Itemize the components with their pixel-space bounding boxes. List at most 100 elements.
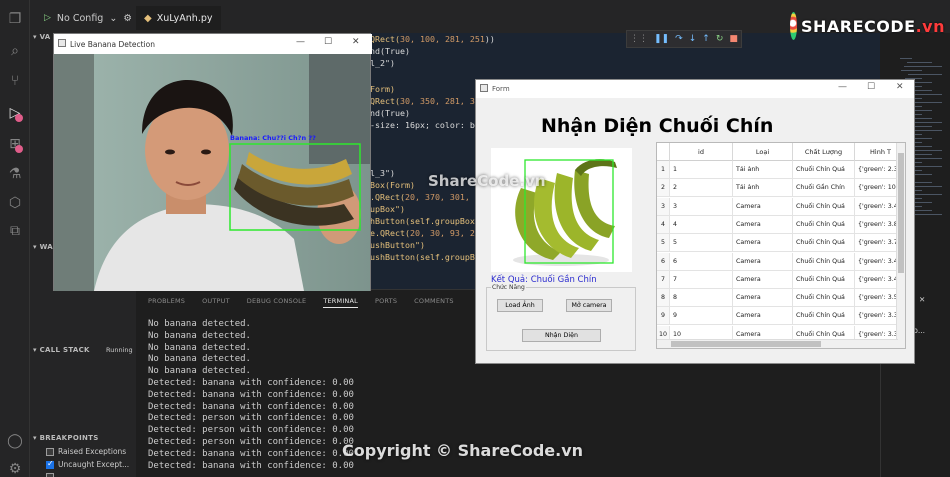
run-configuration-bar: ▷ No Config ⌄ ⚙ [44, 9, 132, 27]
table-row[interactable]: 4 4 Camera Chuối Chín Quá {'green': 3.8 [657, 215, 905, 234]
table-row[interactable]: 9 9 Camera Chuối Chín Quá {'green': 3.3 [657, 307, 905, 326]
terminal-line: Detected: banana with confidence: 0.00 [148, 378, 354, 388]
explorer-icon[interactable]: ❐ [6, 10, 24, 28]
table-cell: 7 [670, 270, 733, 289]
code-line: l_2") [370, 58, 395, 68]
terminal-line: Detected: banana with confidence: 0.00 [148, 401, 354, 412]
call-stack-section-header[interactable]: ▾ CALL STACK [33, 346, 90, 354]
tab-ports[interactable]: PORTS [375, 297, 397, 308]
breakpoint-item[interactable] [46, 473, 54, 477]
sharecode-logo-icon [790, 12, 797, 40]
pause-icon[interactable]: ❚❚ [654, 34, 669, 44]
table-row[interactable]: 3 3 Camera Chuối Chín Quá {'green': 3.4 [657, 197, 905, 216]
table-vertical-scrollbar[interactable] [896, 143, 905, 348]
tab-comments[interactable]: COMMENTS [414, 297, 454, 308]
minimize-icon[interactable]: — [296, 37, 305, 47]
step-out-icon[interactable]: ↑ [702, 34, 710, 44]
tab-output[interactable]: OUTPUT [202, 297, 230, 308]
maximize-icon[interactable]: ☐ [324, 37, 332, 47]
form-window-title: Form [492, 85, 510, 93]
table-horizontal-scrollbar[interactable] [657, 339, 898, 348]
table-row[interactable]: 2 2 Tải ảnh Chuối Gần Chín {'green': 10 [657, 179, 905, 198]
search-icon[interactable]: ⌕ [6, 42, 24, 60]
code-line: QRect(30, 350, 281, 30 [370, 96, 480, 106]
camera-frame: Banana: Chu??i Ch?n ?? [54, 54, 370, 291]
table-row[interactable]: 5 5 Camera Chuối Chín Quá {'green': 3.7 [657, 234, 905, 253]
start-debugging-icon[interactable]: ▷ [44, 13, 51, 23]
testing-icon[interactable]: ⚗ [6, 165, 24, 183]
results-table[interactable]: id Loại Chất Lượng Hình T 1 1 Tải ảnh Chuối Ch… [656, 142, 906, 349]
run-config-select[interactable]: No Config [57, 13, 103, 24]
terminal-line: No banana detected. [148, 330, 251, 341]
stop-icon[interactable]: ■ [729, 34, 738, 44]
table-header-cell[interactable] [657, 143, 670, 161]
table-header-cell[interactable]: Chất Lượng [793, 143, 855, 161]
close-icon[interactable]: ✕ [896, 82, 904, 92]
breakpoint-item[interactable]: Uncaught Except... [46, 459, 130, 469]
breakpoint-item[interactable]: Raised Exceptions [46, 447, 126, 456]
table-cell: Chuối Chín Quá [793, 161, 855, 179]
source-control-icon[interactable]: ⑂ [6, 72, 24, 90]
table-header-cell[interactable]: Loại [733, 143, 793, 161]
load-image-button[interactable]: Load Ảnh [497, 299, 543, 312]
table-row[interactable]: 7 7 Camera Chuối Chín Quá {'green': 3.4 [657, 270, 905, 289]
table-header-cell[interactable]: id [670, 143, 733, 161]
camera-window-title: Live Banana Detection [70, 39, 155, 49]
open-camera-button[interactable]: Mở camera [566, 299, 612, 312]
variables-section-header[interactable]: ▾ VA [33, 33, 51, 41]
tab-problems[interactable]: PROBLEMS [148, 297, 185, 308]
variables-label: VA [39, 33, 51, 41]
restart-icon[interactable]: ↻ [716, 34, 724, 44]
page-title: Nhận Diện Chuối Chín [541, 115, 774, 137]
tab-debug-console[interactable]: DEBUG CONSOLE [247, 297, 307, 308]
row-number: 5 [657, 234, 670, 253]
package-icon[interactable]: ⬡ [6, 194, 24, 212]
right-panel-close-icon[interactable]: ✕ [919, 295, 925, 304]
terminal-line: Detected: banana with confidence: 0.00 [148, 460, 354, 471]
code-line: .QRect(20, 370, 301, 1 [370, 192, 480, 202]
remote-icon[interactable]: ⧉ [6, 222, 24, 240]
step-over-icon[interactable]: ↷ [675, 34, 683, 44]
breakpoints-section-header[interactable]: ▾ BREAKPOINTS [33, 434, 99, 442]
call-stack-label: CALL STACK [39, 346, 90, 354]
table-row[interactable]: 1 1 Tải ảnh Chuối Chín Quá {'green': 2.3 [657, 161, 905, 179]
step-into-icon[interactable]: ↓ [689, 34, 697, 44]
code-line: e.QRect(20, 30, 93, 2 [370, 228, 475, 238]
chevron-down-icon[interactable]: ⌄ [109, 13, 117, 24]
debug-badge-icon [15, 114, 23, 122]
table-cell: 5 [670, 234, 733, 253]
breakpoint-checkbox[interactable] [46, 459, 54, 469]
maximize-icon[interactable]: ☐ [867, 82, 875, 92]
watch-section-header[interactable]: ▾ WA [33, 243, 53, 251]
table-cell: Chuối Chín Quá [793, 289, 855, 308]
breakpoint-checkbox[interactable] [46, 473, 54, 477]
minimap-line [901, 70, 922, 71]
detect-button[interactable]: Nhận Diện [522, 329, 601, 342]
debug-toolbar: ⋮⋮ ❚❚ ↷ ↓ ↑ ↻ ■ [626, 30, 742, 48]
drag-handle-icon[interactable]: ⋮⋮ [630, 34, 648, 44]
settings-gear-icon[interactable]: ⚙ [123, 13, 132, 24]
groupbox-title: Chức Năng [491, 284, 526, 291]
close-icon[interactable]: ✕ [352, 37, 360, 47]
breakpoint-label: Uncaught Except... [58, 460, 130, 469]
app-icon [58, 39, 66, 47]
breakpoint-checkbox[interactable] [46, 447, 54, 456]
logo-suffix: .vn [915, 16, 945, 36]
table-cell: Camera [733, 215, 793, 234]
minimize-icon[interactable]: — [838, 82, 847, 92]
terminal-line: Detected: person with confidence: 0.00 [148, 413, 354, 424]
extensions-badge-icon [15, 145, 23, 153]
tab-terminal[interactable]: TERMINAL [323, 297, 358, 308]
account-icon[interactable]: ◯ [6, 432, 24, 450]
form-window-titlebar[interactable]: Form [476, 80, 914, 98]
terminal-line: Detected: banana with confidence: 0.00 [148, 448, 354, 459]
table-cell: 6 [670, 252, 733, 271]
table-cell: 3 [670, 197, 733, 216]
table-row[interactable]: 6 6 Camera Chuối Chín Quá {'green': 3.4 [657, 252, 905, 271]
panel-tabs: PROBLEMS OUTPUT DEBUG CONSOLE TERMINAL P… [148, 297, 454, 308]
table-row[interactable]: 8 8 Camera Chuối Chín Quá {'green': 3.5 [657, 289, 905, 308]
manage-gear-icon[interactable]: ⚙ [6, 460, 24, 477]
code-line: hButton(self.groupBox) [370, 216, 480, 226]
row-number: 6 [657, 252, 670, 271]
editor-file-tab[interactable]: ◆ XuLyAnh.py [136, 6, 221, 30]
